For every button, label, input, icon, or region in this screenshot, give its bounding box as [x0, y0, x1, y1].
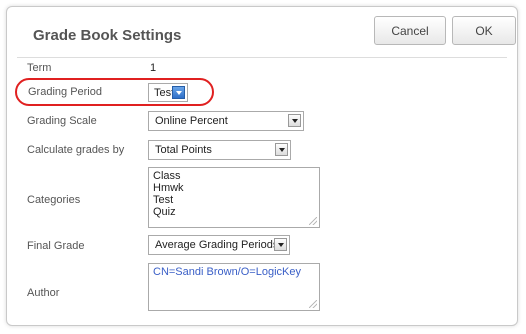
final-grade-select[interactable]: Average Grading Periods [148, 235, 290, 255]
chevron-down-icon[interactable] [288, 114, 301, 127]
final-grade-label: Final Grade [27, 240, 85, 252]
category-item: Test [153, 194, 174, 206]
chevron-down-icon[interactable] [274, 238, 287, 251]
ok-button[interactable]: OK [452, 16, 516, 45]
categories-textarea[interactable]: Class Hmwk Test Quiz [148, 167, 320, 228]
grading-scale-select[interactable]: Online Percent [148, 111, 304, 131]
category-item: Class [153, 170, 181, 182]
term-value: 1 [150, 62, 157, 74]
resize-grip-icon[interactable] [309, 217, 317, 225]
author-label: Author [27, 287, 60, 299]
category-item: Hmwk [153, 182, 184, 194]
author-textarea[interactable]: CN=Sandi Brown/O=LogicKey [148, 263, 320, 311]
calculate-grades-by-label: Calculate grades by [27, 144, 125, 156]
cancel-button[interactable]: Cancel [374, 16, 446, 45]
resize-grip-icon[interactable] [309, 300, 317, 308]
term-label: Term [27, 62, 52, 74]
category-item: Quiz [153, 206, 176, 218]
categories-label: Categories [27, 194, 81, 206]
grading-scale-value: Online Percent [155, 115, 228, 127]
final-grade-value: Average Grading Periods [155, 239, 279, 251]
chevron-down-icon[interactable] [275, 143, 288, 156]
grading-scale-label: Grading Scale [27, 115, 97, 127]
calculate-grades-by-value: Total Points [155, 144, 212, 156]
dialog-title: Grade Book Settings [33, 27, 182, 44]
header-divider [17, 57, 507, 58]
red-highlight-ellipse [15, 78, 214, 106]
calculate-grades-by-select[interactable]: Total Points [148, 140, 291, 160]
author-value: CN=Sandi Brown/O=LogicKey [153, 266, 301, 278]
